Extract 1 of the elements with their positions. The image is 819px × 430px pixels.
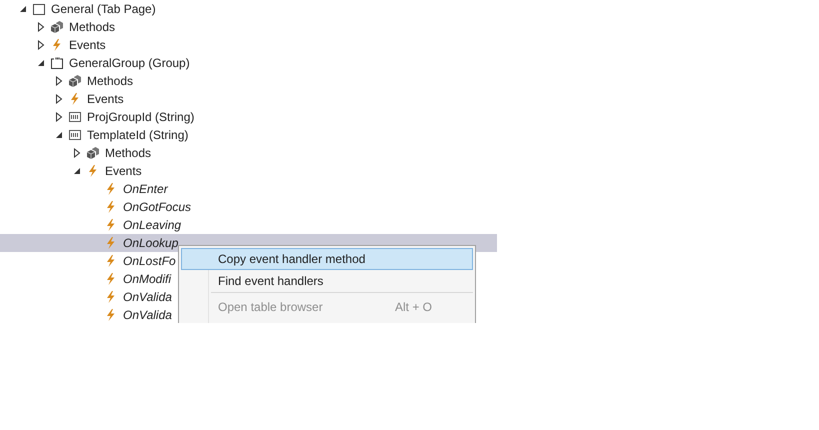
shortcut-label: Alt + O — [394, 299, 432, 316]
